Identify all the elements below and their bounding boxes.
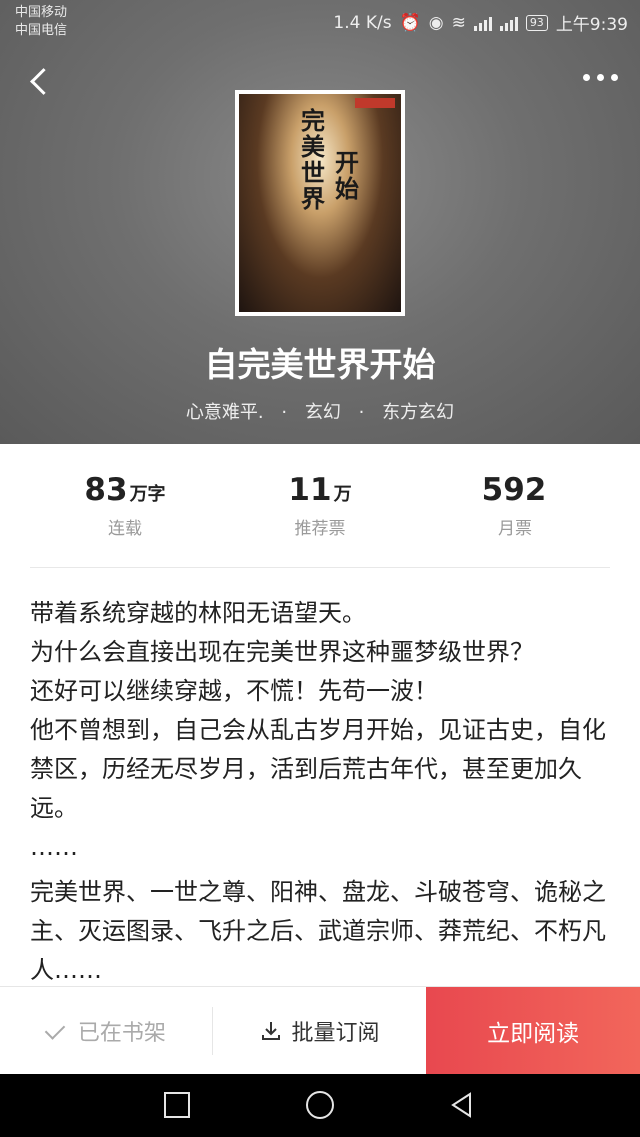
book-meta: 心意难平. · 玄幻 · 东方玄幻	[0, 398, 640, 424]
batch-subscribe-button[interactable]: 批量订阅	[213, 987, 427, 1075]
book-introduction[interactable]: 带着系统穿越的林阳无语望天。 为什么会直接出现在完美世界这种噩梦级世界？ 还好可…	[30, 594, 610, 986]
download-icon	[261, 1022, 280, 1040]
stat-value: 592	[481, 472, 547, 508]
stat-monthly-votes: 592 月票	[390, 444, 640, 566]
meta-separator: ·	[281, 402, 288, 423]
read-now-label: 立即阅读	[487, 1021, 580, 1047]
battery-icon: 93	[525, 14, 548, 31]
clock: 上午9:39	[555, 15, 628, 35]
home-button[interactable]	[306, 1091, 334, 1119]
category-link[interactable]: 玄幻	[305, 402, 341, 423]
status-icons: 1.4 K/s ⏰ ◉ ≋ 93 上午9:39	[333, 10, 628, 36]
cover-title-2: 开始	[335, 148, 359, 203]
intro-line: ……	[30, 833, 78, 861]
divider	[30, 567, 610, 568]
stat-label: 连载	[108, 519, 142, 539]
cover-title-1: 完美世界	[301, 106, 325, 213]
read-now-button[interactable]: 立即阅读	[426, 987, 640, 1075]
book-cover: 完美世界 开始	[235, 90, 405, 316]
back-button[interactable]	[28, 66, 50, 96]
intro-line: 为什么会直接出现在完美世界这种噩梦级世界？	[30, 638, 534, 666]
system-nav-bar	[0, 1074, 640, 1137]
bookshelf-label: 已在书架	[77, 1021, 166, 1046]
book-stats: 83 万字 连载 11 万 推荐票 592 月票	[0, 444, 640, 566]
stat-value: 11	[288, 472, 332, 508]
stat-recommend-votes: 11 万 推荐票	[250, 444, 390, 566]
alarm-icon: ⏰	[399, 12, 421, 33]
dot-icon	[583, 74, 590, 81]
stat-word-count: 83 万字 连载	[0, 444, 250, 566]
meta-separator: ·	[358, 402, 365, 423]
stat-label: 月票	[498, 519, 532, 539]
eye-icon: ◉	[428, 12, 444, 33]
subcategory-link[interactable]: 东方玄幻	[382, 402, 454, 423]
author-link[interactable]: 心意难平.	[186, 402, 264, 423]
more-options-button[interactable]	[583, 74, 618, 81]
carrier-info: 中国移动 中国电信	[15, 4, 67, 40]
status-bar: 中国移动 中国电信 1.4 K/s ⏰ ◉ ≋ 93 上午9:39	[0, 0, 640, 44]
intro-line: 带着系统穿越的林阳无语望天。	[30, 599, 366, 627]
stat-unit: 万	[333, 484, 352, 505]
intro-line: 还好可以继续穿越，不慌！先苟一波！	[30, 677, 438, 705]
batch-subscribe-label: 批量订阅	[291, 1021, 380, 1046]
intro-tags: 完美世界、一世之尊、阳神、盘龙、斗破苍穹、诡秘之主、灭运图录、飞升之后、武道宗师…	[30, 878, 606, 984]
signal-icon	[473, 15, 492, 31]
network-speed: 1.4 K/s	[333, 12, 392, 33]
stat-value: 83	[84, 472, 128, 508]
carrier-1: 中国移动	[15, 5, 68, 20]
carrier-2: 中国电信	[15, 23, 68, 38]
stat-label: 推荐票	[294, 519, 346, 539]
action-bar: 已在书架 批量订阅 立即阅读	[0, 986, 640, 1075]
check-icon	[44, 1018, 66, 1040]
stat-unit: 万字	[129, 484, 166, 505]
book-title: 自完美世界开始	[204, 345, 436, 384]
intro-line: 他不曾想到，自己会从乱古岁月开始，见证古史，自化禁区，历经无尽岁月，活到后荒古年…	[30, 716, 606, 822]
publisher-logo	[355, 98, 395, 108]
bookshelf-button[interactable]: 已在书架	[0, 1007, 213, 1055]
back-nav-button[interactable]	[448, 1091, 476, 1119]
cover-art: 完美世界 开始	[239, 94, 401, 312]
book-header: 中国移动 中国电信 1.4 K/s ⏰ ◉ ≋ 93 上午9:39 完美世界 开…	[0, 0, 640, 444]
dot-icon	[611, 74, 618, 81]
signal-icon	[499, 15, 518, 31]
dot-icon	[597, 74, 604, 81]
recent-apps-button[interactable]	[164, 1092, 190, 1118]
wifi-icon: ≋	[451, 12, 466, 33]
